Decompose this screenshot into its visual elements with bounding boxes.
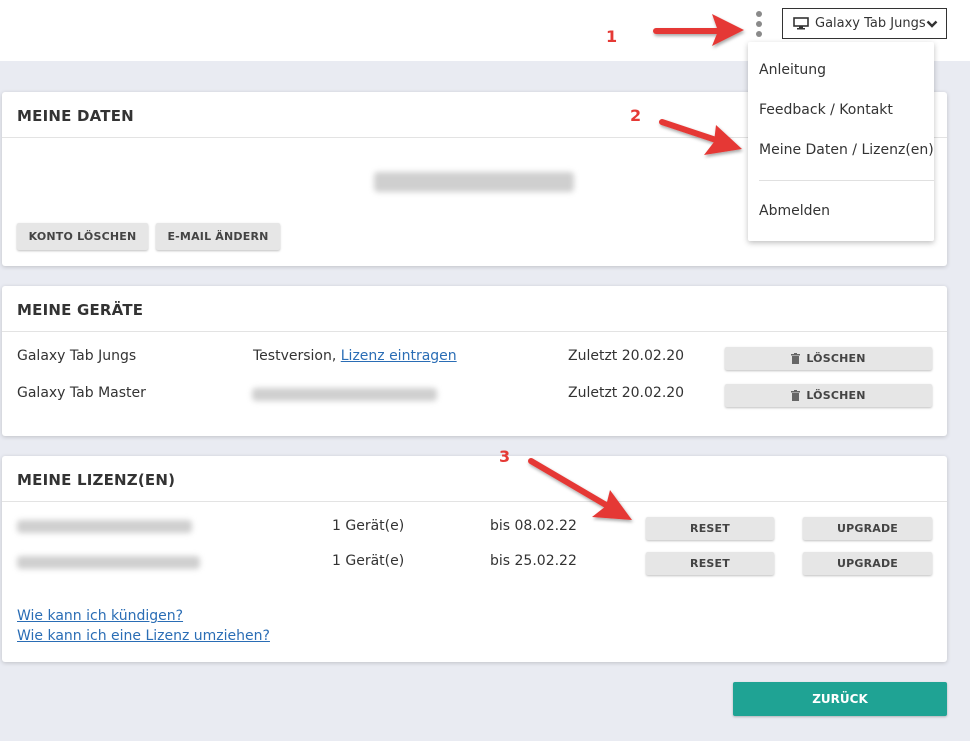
upgrade-button[interactable]: UPGRADE — [803, 552, 932, 575]
my-devices-title: MEINE GERÄTE — [2, 286, 947, 332]
menu-item-guide[interactable]: Anleitung — [759, 62, 826, 78]
back-button[interactable]: ZURÜCK — [733, 682, 947, 716]
device-last-seen: Zuletzt 20.02.20 — [568, 348, 685, 364]
trash-icon — [791, 390, 801, 401]
device-status: Testversion, Lizenz eintragen — [253, 348, 457, 364]
delete-device-label: LÖSCHEN — [806, 352, 866, 365]
license-key-redacted — [17, 520, 192, 533]
my-licenses-card: MEINE LIZENZ(EN) 1 Gerät(e) bis 08.02.22… — [2, 456, 947, 662]
how-to-cancel-link[interactable]: Wie kann ich kündigen? — [17, 608, 183, 624]
chevron-down-icon — [926, 20, 938, 28]
device-last-seen: Zuletzt 20.02.20 — [568, 385, 685, 401]
how-to-move-license-link[interactable]: Wie kann ich eine Lizenz umziehen? — [17, 628, 270, 644]
my-licenses-title: MEINE LIZENZ(EN) — [2, 456, 947, 502]
menu-item-logout[interactable]: Abmelden — [759, 203, 830, 219]
delete-device-button[interactable]: LÖSCHEN — [725, 384, 932, 407]
annotation-number-1: 1 — [606, 27, 618, 46]
menu-item-my-data[interactable]: Meine Daten / Lizenz(en) — [759, 142, 934, 158]
my-devices-card: MEINE GERÄTE Galaxy Tab Jungs Testversio… — [2, 286, 947, 436]
delete-account-button[interactable]: KONTO LÖSCHEN — [17, 223, 148, 250]
device-name: Galaxy Tab Master — [17, 385, 146, 401]
license-key-redacted — [17, 556, 200, 569]
annotation-number-2: 2 — [630, 106, 642, 125]
trash-icon — [791, 353, 801, 364]
options-menu: Anleitung Feedback / Kontakt Meine Daten… — [748, 42, 934, 241]
reset-button[interactable]: RESET — [646, 517, 774, 540]
device-select[interactable]: Galaxy Tab Jungs — [782, 8, 947, 39]
license-device-count: 1 Gerät(e) — [332, 553, 405, 569]
more-options-icon[interactable] — [753, 11, 765, 37]
menu-item-feedback[interactable]: Feedback / Kontakt — [759, 102, 893, 118]
license-device-count: 1 Gerät(e) — [332, 518, 405, 534]
upgrade-button[interactable]: UPGRADE — [803, 517, 932, 540]
device-status-text: Testversion, — [253, 348, 341, 364]
delete-device-label: LÖSCHEN — [806, 389, 866, 402]
menu-divider — [759, 180, 934, 181]
delete-device-button[interactable]: LÖSCHEN — [725, 347, 932, 370]
email-redacted — [374, 172, 574, 192]
reset-button[interactable]: RESET — [646, 552, 774, 575]
license-valid-until: bis 08.02.22 — [490, 518, 577, 534]
change-email-button[interactable]: E-MAIL ÄNDERN — [156, 223, 280, 250]
license-key-redacted — [252, 388, 437, 401]
annotation-number-3: 3 — [499, 447, 511, 466]
enter-license-link[interactable]: Lizenz eintragen — [341, 348, 457, 364]
monitor-icon — [793, 17, 809, 30]
license-valid-until: bis 25.02.22 — [490, 553, 577, 569]
device-name: Galaxy Tab Jungs — [17, 348, 137, 364]
device-select-value: Galaxy Tab Jungs — [815, 16, 926, 31]
